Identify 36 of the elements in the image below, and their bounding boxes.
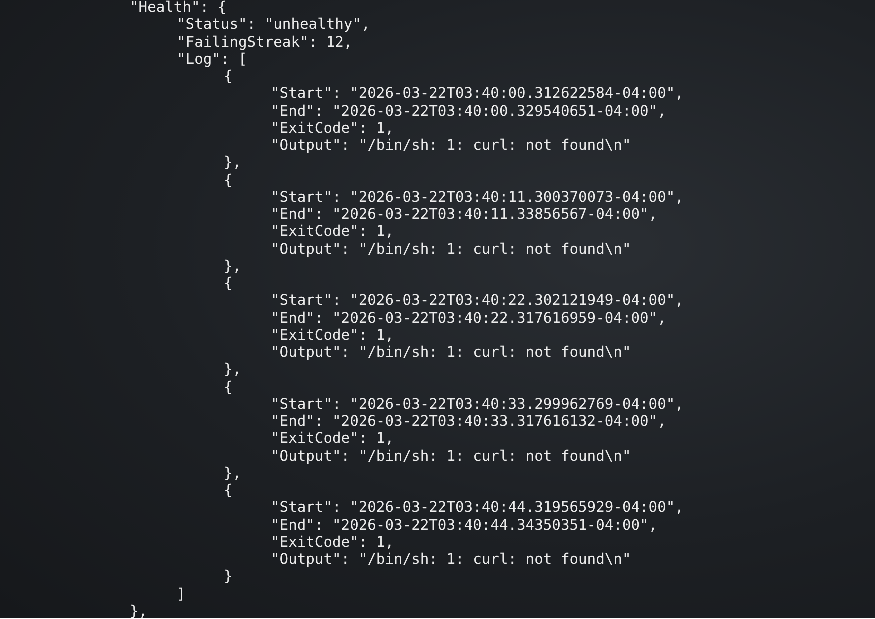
json-line: "Start": "2026-03-22T03:40:00.312622584-04:00", [270,85,684,102]
json-line: "ExitCode": 1, [270,120,394,137]
json-line: }, [223,361,242,378]
json-line: "Status": "unhealthy", [176,16,370,34]
json-line: "ExitCode": 1, [270,430,394,448]
json-line: "Start": "2026-03-22T03:40:33.299962769-04:00", [270,396,684,413]
json-line: { [223,378,233,396]
json-line: "End": "2026-03-22T03:40:44.34350351-04:00", [270,516,658,534]
json-line: }, [223,154,242,172]
json-line: "Output": "/bin/sh: 1: curl: not found\n" [270,137,632,154]
json-line: "Output": "/bin/sh: 1: curl: not found\n" [270,240,632,258]
json-line: "Start": "2026-03-22T03:40:22.302121949-04:00", [270,292,684,310]
json-line: "FailingStreak": 12, [176,34,353,51]
json-line: "Start": "2026-03-22T03:40:11.300370073-04:00", [270,188,684,206]
json-line: "End": "2026-03-22T03:40:11.33856567-04:00", [270,206,658,224]
json-line: "ExitCode": 1, [270,223,394,240]
json-line: { [223,482,233,500]
json-line: "Output": "/bin/sh: 1: curl: not found\n" [270,344,632,362]
json-line: "Health": { [129,0,227,16]
json-line: }, [223,258,242,275]
json-line: { [223,275,233,292]
json-line: "Output": "/bin/sh: 1: curl: not found\n" [270,551,632,568]
json-line: "End": "2026-03-22T03:40:22.317616959-04:00", [270,310,666,327]
json-line: }, [223,464,242,482]
json-line: "Start": "2026-03-22T03:40:44.319565929-04:00", [270,499,684,516]
json-line: "ExitCode": 1, [270,534,394,551]
json-line: "Output": "/bin/sh: 1: curl: not found\n" [270,448,632,465]
json-line: "Log": [ [176,50,248,68]
json-line: ] [176,586,186,603]
json-line: "ExitCode": 1, [270,326,394,344]
json-line: "End": "2026-03-22T03:40:00.329540651-04:00", [270,102,666,120]
json-line: } [223,568,233,586]
json-line: }, [129,602,148,618]
json-line: { [223,68,233,86]
json-line: { [223,172,233,189]
json-line: "End": "2026-03-22T03:40:33.317616132-04:00", [270,413,666,430]
